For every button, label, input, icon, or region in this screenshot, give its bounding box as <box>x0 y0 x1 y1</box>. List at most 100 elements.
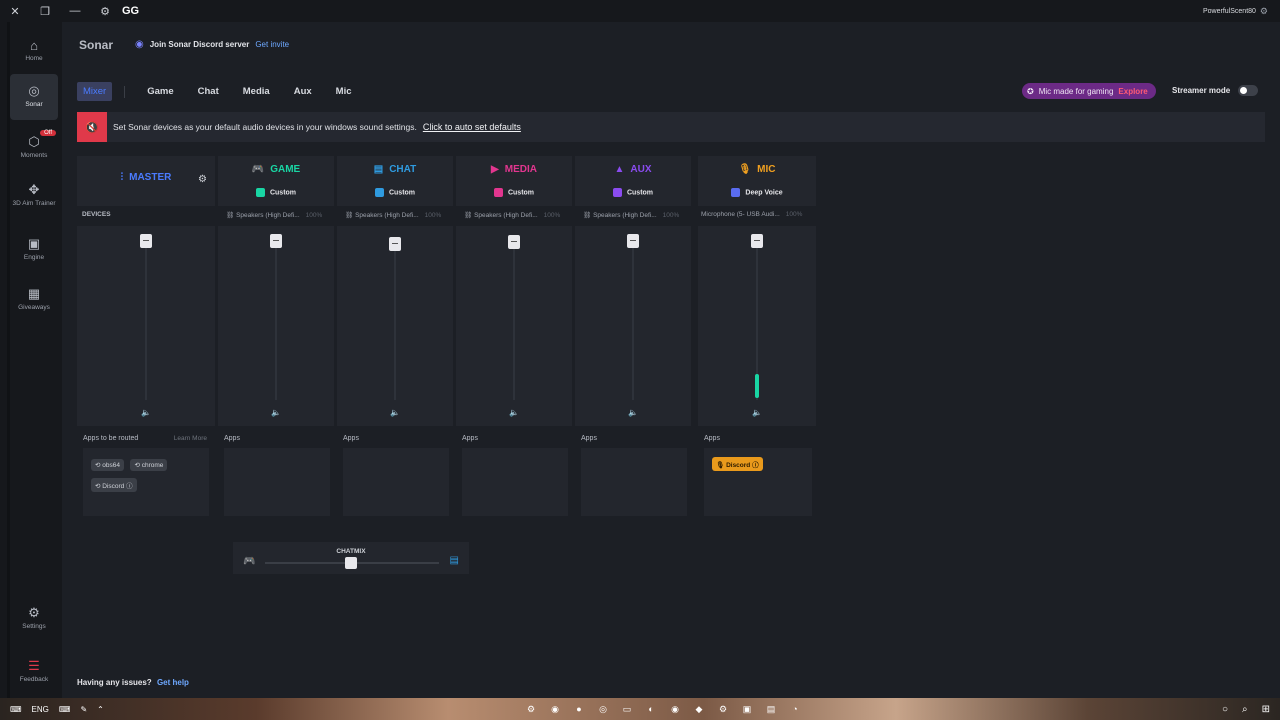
close-icon[interactable]: ✕ <box>0 0 30 22</box>
gamepad-icon: 🎮 <box>243 556 256 567</box>
master-settings-icon[interactable]: ⚙ <box>198 174 207 185</box>
chat-mute-icon[interactable]: 🔈 <box>390 408 400 417</box>
game-fader-knob[interactable] <box>270 234 282 248</box>
mic-promo[interactable]: ✪ Mic made for gaming Explore <box>1022 83 1156 99</box>
chrome-icon[interactable]: ◉ <box>548 702 562 716</box>
sidebar-item-moments[interactable]: Off ⬡ Moments <box>10 130 58 164</box>
feedback-icon: ☰ <box>28 658 40 673</box>
game-mute-icon[interactable]: 🔈 <box>271 408 281 417</box>
sliders-icon: ⫶ <box>120 172 124 183</box>
media-fader-track[interactable] <box>513 240 515 400</box>
chat-device[interactable]: ⛓ Speakers (High Defi... 100% <box>345 211 461 219</box>
chat-bubble-icon: ▤ <box>449 555 459 566</box>
media-fader-knob[interactable] <box>508 235 520 249</box>
preset-icon <box>255 188 265 197</box>
app-chip[interactable]: ⟲ obs64 <box>91 459 124 471</box>
language-indicator[interactable]: ENG <box>32 705 49 714</box>
media-mute-icon[interactable]: 🔈 <box>509 408 519 417</box>
gamepad-icon: 🎮 <box>251 164 265 175</box>
mic-fader-knob[interactable] <box>751 234 763 248</box>
tab-mixer[interactable]: Mixer <box>77 82 113 101</box>
tab-media[interactable]: Media <box>237 82 276 101</box>
media-preset[interactable]: Custom <box>456 188 572 197</box>
app-chip[interactable]: ⟲ chrome <box>130 459 168 471</box>
sidebar: ⌂ Home ◎ Sonar Off ⬡ Moments ✥ 3D Aim Tr… <box>0 22 62 698</box>
sidebar-item-label: Engine <box>23 254 45 261</box>
streamer-mode-label: Streamer mode <box>1172 86 1231 95</box>
streamer-mode-toggle[interactable] <box>1238 85 1259 96</box>
master-mute-icon[interactable]: 🔈 <box>141 408 151 417</box>
preset-label: Custom <box>507 189 535 197</box>
app-icon[interactable]: ▤ <box>764 702 778 716</box>
game-device[interactable]: ⛓ Speakers (High Defi... 100% <box>226 211 342 219</box>
sidebar-item-label: Feedback <box>19 676 49 683</box>
restore-icon[interactable]: ❐ <box>30 0 60 22</box>
chat-fader-knob[interactable] <box>389 237 401 251</box>
aux-preset[interactable]: Custom <box>575 188 691 197</box>
mic-preset[interactable]: Deep Voice <box>698 188 816 197</box>
aux-device[interactable]: ⛓ Speakers (High Defi... 100% <box>583 211 699 219</box>
auto-set-defaults-link[interactable]: Click to auto set defaults <box>423 122 521 132</box>
chat-fader-track[interactable] <box>394 240 396 400</box>
chat-preset[interactable]: Custom <box>337 188 453 197</box>
steam-icon[interactable]: ◐ <box>644 702 658 716</box>
app-chip[interactable]: 🎙 Discord ⓘ <box>712 457 763 471</box>
sidebar-item-home[interactable]: ⌂ Home <box>10 36 58 68</box>
aux-fader-knob[interactable] <box>627 234 639 248</box>
game-fader-track[interactable] <box>275 240 277 400</box>
media-device[interactable]: ⛓ Speakers (High Defi... 100% <box>464 211 580 219</box>
chatmix-label: CHATMIX <box>336 548 366 555</box>
master-column: ⫶ MASTER ⚙ DEVICES 🔈 Apps to be routed Le… <box>77 156 215 516</box>
sidebar-item-sonar[interactable]: ◎ Sonar <box>10 74 58 120</box>
tab-game[interactable]: Game <box>141 82 179 101</box>
aux-apps-label: Apps <box>581 435 597 442</box>
settings-icon[interactable]: ⚙ <box>524 702 538 716</box>
sidebar-item-feedback[interactable]: ☰ Feedback <box>10 658 58 686</box>
app-icon[interactable]: ▣ <box>740 702 754 716</box>
game-column: 🎮 GAME Custom ⛓ Speakers (High Defi... 100… <box>218 156 334 516</box>
preset-icon <box>374 188 384 197</box>
aux-mute-icon[interactable]: 🔈 <box>628 408 638 417</box>
learn-more-link[interactable]: Learn More <box>174 435 207 442</box>
chevron-up-icon[interactable]: ⌃ <box>97 705 104 714</box>
windows-icon[interactable]: ⊞ <box>1262 704 1270 715</box>
user-profile[interactable]: PowerfulScent80 ⚙ <box>1203 0 1268 22</box>
mic-promo-text: Mic made for gaming <box>1038 86 1114 96</box>
get-invite-link[interactable]: Get invite <box>255 40 289 49</box>
pen-icon[interactable]: ✎ <box>80 705 87 714</box>
sidebar-item-label: Moments <box>20 152 48 159</box>
chat-apps-box <box>343 448 449 516</box>
keyboard-icon[interactable]: ⌨ <box>59 705 71 714</box>
master-fader-track[interactable] <box>145 240 147 400</box>
app-icon[interactable]: ● <box>572 702 586 716</box>
search-icon[interactable]: ⌕ <box>1242 704 1248 715</box>
explore-link[interactable]: Explore <box>1118 87 1147 96</box>
app-chip[interactable]: ⟲ Discord ⓘ <box>91 478 137 492</box>
mic-mute-icon[interactable]: 🔈 <box>752 408 762 417</box>
tab-chat[interactable]: Chat <box>192 82 225 101</box>
tab-mic[interactable]: Mic <box>330 82 358 101</box>
chatmix-thumb[interactable] <box>345 557 357 569</box>
crosshair-icon: ✥ <box>28 182 40 197</box>
master-fader-knob[interactable] <box>140 234 152 248</box>
circle-icon[interactable]: ○ <box>1222 704 1228 715</box>
minimize-icon[interactable]: — <box>60 0 90 22</box>
app-icon[interactable]: ◆ <box>692 702 706 716</box>
get-help-link[interactable]: Get help <box>157 678 189 687</box>
sidebar-item-engine[interactable]: ▣ Engine <box>10 236 58 264</box>
keyboard-layout-icon[interactable]: ⌨ <box>10 705 22 714</box>
tab-aux[interactable]: Aux <box>288 82 318 101</box>
game-preset[interactable]: Custom <box>218 188 334 197</box>
aux-fader-track[interactable] <box>632 240 634 400</box>
sidebar-item-giveaways[interactable]: ▦ Giveaways <box>10 286 58 314</box>
master-fader-area: 🔈 <box>77 226 215 426</box>
edge-icon[interactable]: ◔ <box>788 702 802 716</box>
mic-device[interactable]: Microphone (5- USB Audi... 100% <box>701 211 819 218</box>
account-gear-icon[interactable]: ⚙ <box>1260 6 1268 17</box>
steelseries-icon[interactable]: ⚙ <box>716 702 730 716</box>
sidebar-item-settings[interactable]: ⚙ Settings <box>10 605 58 633</box>
chrome-icon[interactable]: ◉ <box>668 702 682 716</box>
folder-icon[interactable]: ▭ <box>620 702 634 716</box>
discord-icon[interactable]: ◎ <box>596 702 610 716</box>
sidebar-item-aim-trainer[interactable]: ✥ 3D Aim Trainer <box>10 182 58 218</box>
